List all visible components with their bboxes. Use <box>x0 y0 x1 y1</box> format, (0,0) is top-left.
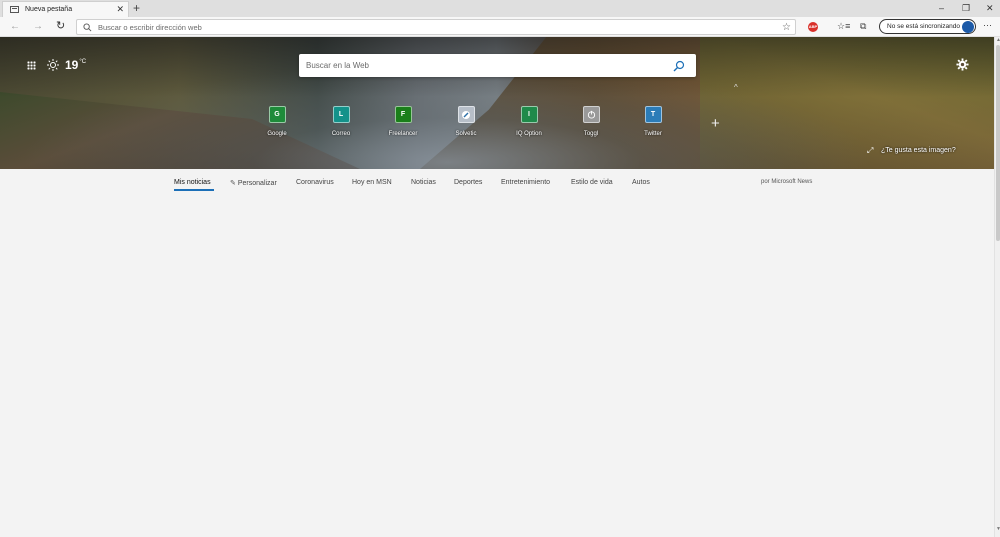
quick-link-toggl[interactable]: Toggl <box>571 106 611 137</box>
search-icon <box>83 22 92 31</box>
quick-link-correo[interactable]: L Correo <box>321 106 361 137</box>
sync-status-label: No se está sincronizando <box>887 23 960 30</box>
tab-estilo-de-vida[interactable]: Estilo de vida <box>571 179 613 186</box>
sun-icon <box>47 59 59 71</box>
temperature-unit: °C <box>79 59 87 65</box>
favorites-icon[interactable]: ☆≡ <box>837 21 850 31</box>
add-site-button[interactable]: + <box>711 116 720 131</box>
solvetic-logo-icon <box>462 110 470 119</box>
quick-link-label: Twitter <box>644 131 662 137</box>
tab-entretenimiento[interactable]: Entretenimiento <box>501 179 550 186</box>
quick-link-iq-option[interactable]: I IQ Option <box>509 106 549 137</box>
adblock-extension-icon[interactable]: ABP <box>808 22 818 32</box>
apps-grid-icon[interactable] <box>27 61 36 70</box>
tab-deportes[interactable]: Deportes <box>454 179 482 186</box>
quick-link-label: Toggl <box>583 131 599 137</box>
web-search-input[interactable]: Buscar en la Web <box>306 61 673 70</box>
search-icon[interactable] <box>673 60 685 72</box>
image-feedback-link[interactable]: ¿Te gusta esta imagen? <box>881 147 956 154</box>
quick-link-freelancer[interactable]: F Freelancer <box>383 106 423 137</box>
forward-button[interactable]: → <box>33 21 43 32</box>
restore-button[interactable]: ❐ <box>962 3 970 13</box>
collections-icon[interactable]: ⧉ <box>860 21 866 31</box>
web-search-box[interactable]: Buscar en la Web <box>299 54 696 77</box>
tab-noticias[interactable]: Noticias <box>411 179 436 186</box>
tab-title: Nueva pestaña <box>25 6 73 13</box>
tab-personalizar[interactable]: ✎ Personalizar <box>230 179 277 187</box>
quick-link-twitter[interactable]: T Twitter <box>633 106 673 137</box>
back-button[interactable]: ← <box>10 21 20 32</box>
news-source-label: por Microsoft News <box>761 179 813 185</box>
more-menu-button[interactable]: ··· <box>983 20 992 30</box>
tab-bar: Nueva pestaña ✕ + – ❐ ✕ <box>0 0 1000 17</box>
correo-tile-icon: L <box>332 106 350 123</box>
quick-link-label: Freelancer <box>388 131 418 137</box>
tab-nueva-pestana[interactable]: Nueva pestaña ✕ <box>2 1 129 17</box>
freelancer-tile-icon: F <box>394 106 412 123</box>
close-window-button[interactable]: ✕ <box>986 3 994 13</box>
weather-widget[interactable]: 19 °C <box>47 58 86 72</box>
quick-link-solvetic[interactable]: Solvetic <box>446 106 486 137</box>
quick-link-label: Correo <box>331 131 351 137</box>
tab-mis-noticias[interactable]: Mis noticias <box>174 179 211 186</box>
tab-coronavirus[interactable]: Coronavirus <box>296 179 334 186</box>
avatar <box>962 20 974 33</box>
power-icon <box>587 110 595 119</box>
tab-close-icon[interactable]: ✕ <box>116 5 124 14</box>
scroll-down-icon[interactable]: ▼ <box>996 527 1000 532</box>
tab-personalizar-label: Personalizar <box>237 180 277 187</box>
google-tile-icon: G <box>268 106 286 123</box>
quick-link-label: Google <box>267 131 287 137</box>
browser-toolbar: ← → ↻ Buscar o escribir dirección web ☆ … <box>0 17 1000 37</box>
active-tab-underline <box>174 189 214 191</box>
pencil-icon: ✎ <box>230 180 236 187</box>
page-scrollbar[interactable]: ▲ ▼ <box>994 37 1000 537</box>
minimize-button[interactable]: – <box>939 3 944 13</box>
quick-link-google[interactable]: G Google <box>257 106 297 137</box>
favorite-star-icon[interactable]: ☆ <box>782 22 791 33</box>
tab-page-icon <box>10 6 19 13</box>
new-tab-button[interactable]: + <box>133 2 140 14</box>
scroll-thumb[interactable] <box>996 45 1000 241</box>
chevron-up-icon[interactable]: ^ <box>734 84 738 92</box>
twitter-tile-icon: T <box>644 106 662 123</box>
iq-option-tile-icon: I <box>520 106 538 123</box>
scroll-up-icon[interactable]: ▲ <box>996 38 1000 43</box>
sync-profile-button[interactable]: No se está sincronizando <box>879 19 976 34</box>
address-bar[interactable]: Buscar o escribir dirección web ☆ <box>76 19 796 35</box>
solvetic-tile-icon <box>457 106 475 123</box>
expand-icon[interactable]: ⤢ <box>867 147 873 155</box>
refresh-button[interactable]: ↻ <box>56 21 65 32</box>
temperature-value: 19 <box>65 58 79 72</box>
news-navigation: Mis noticias ✎ Personalizar Coronavirus H… <box>0 169 994 199</box>
quick-link-label: IQ Option <box>516 131 542 137</box>
toggl-tile-icon <box>582 106 600 123</box>
gear-icon[interactable] <box>956 58 969 71</box>
tab-hoy-en-msn[interactable]: Hoy en MSN <box>352 179 392 186</box>
quick-link-label: Solvetic <box>455 131 477 137</box>
news-feed-area <box>0 199 994 537</box>
tab-autos[interactable]: Autos <box>632 179 650 186</box>
address-placeholder: Buscar o escribir dirección web <box>98 22 202 32</box>
